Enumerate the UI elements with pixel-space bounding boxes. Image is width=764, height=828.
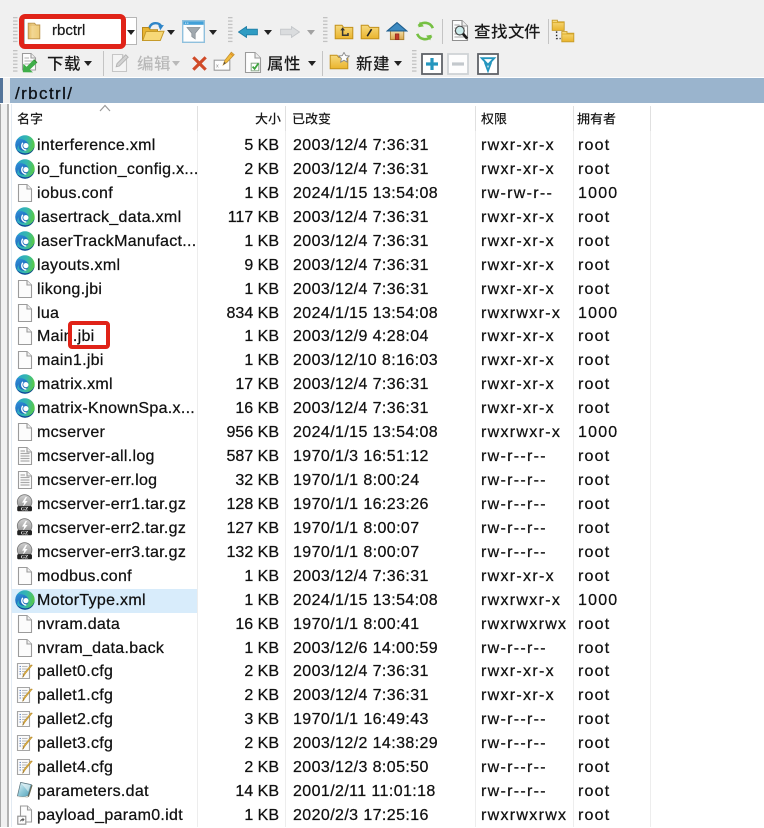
svg-text:GZ: GZ	[21, 554, 29, 560]
svg-text:GZ: GZ	[21, 530, 29, 536]
svg-text:GZ: GZ	[21, 506, 29, 512]
svg-text:x: x	[216, 64, 219, 70]
